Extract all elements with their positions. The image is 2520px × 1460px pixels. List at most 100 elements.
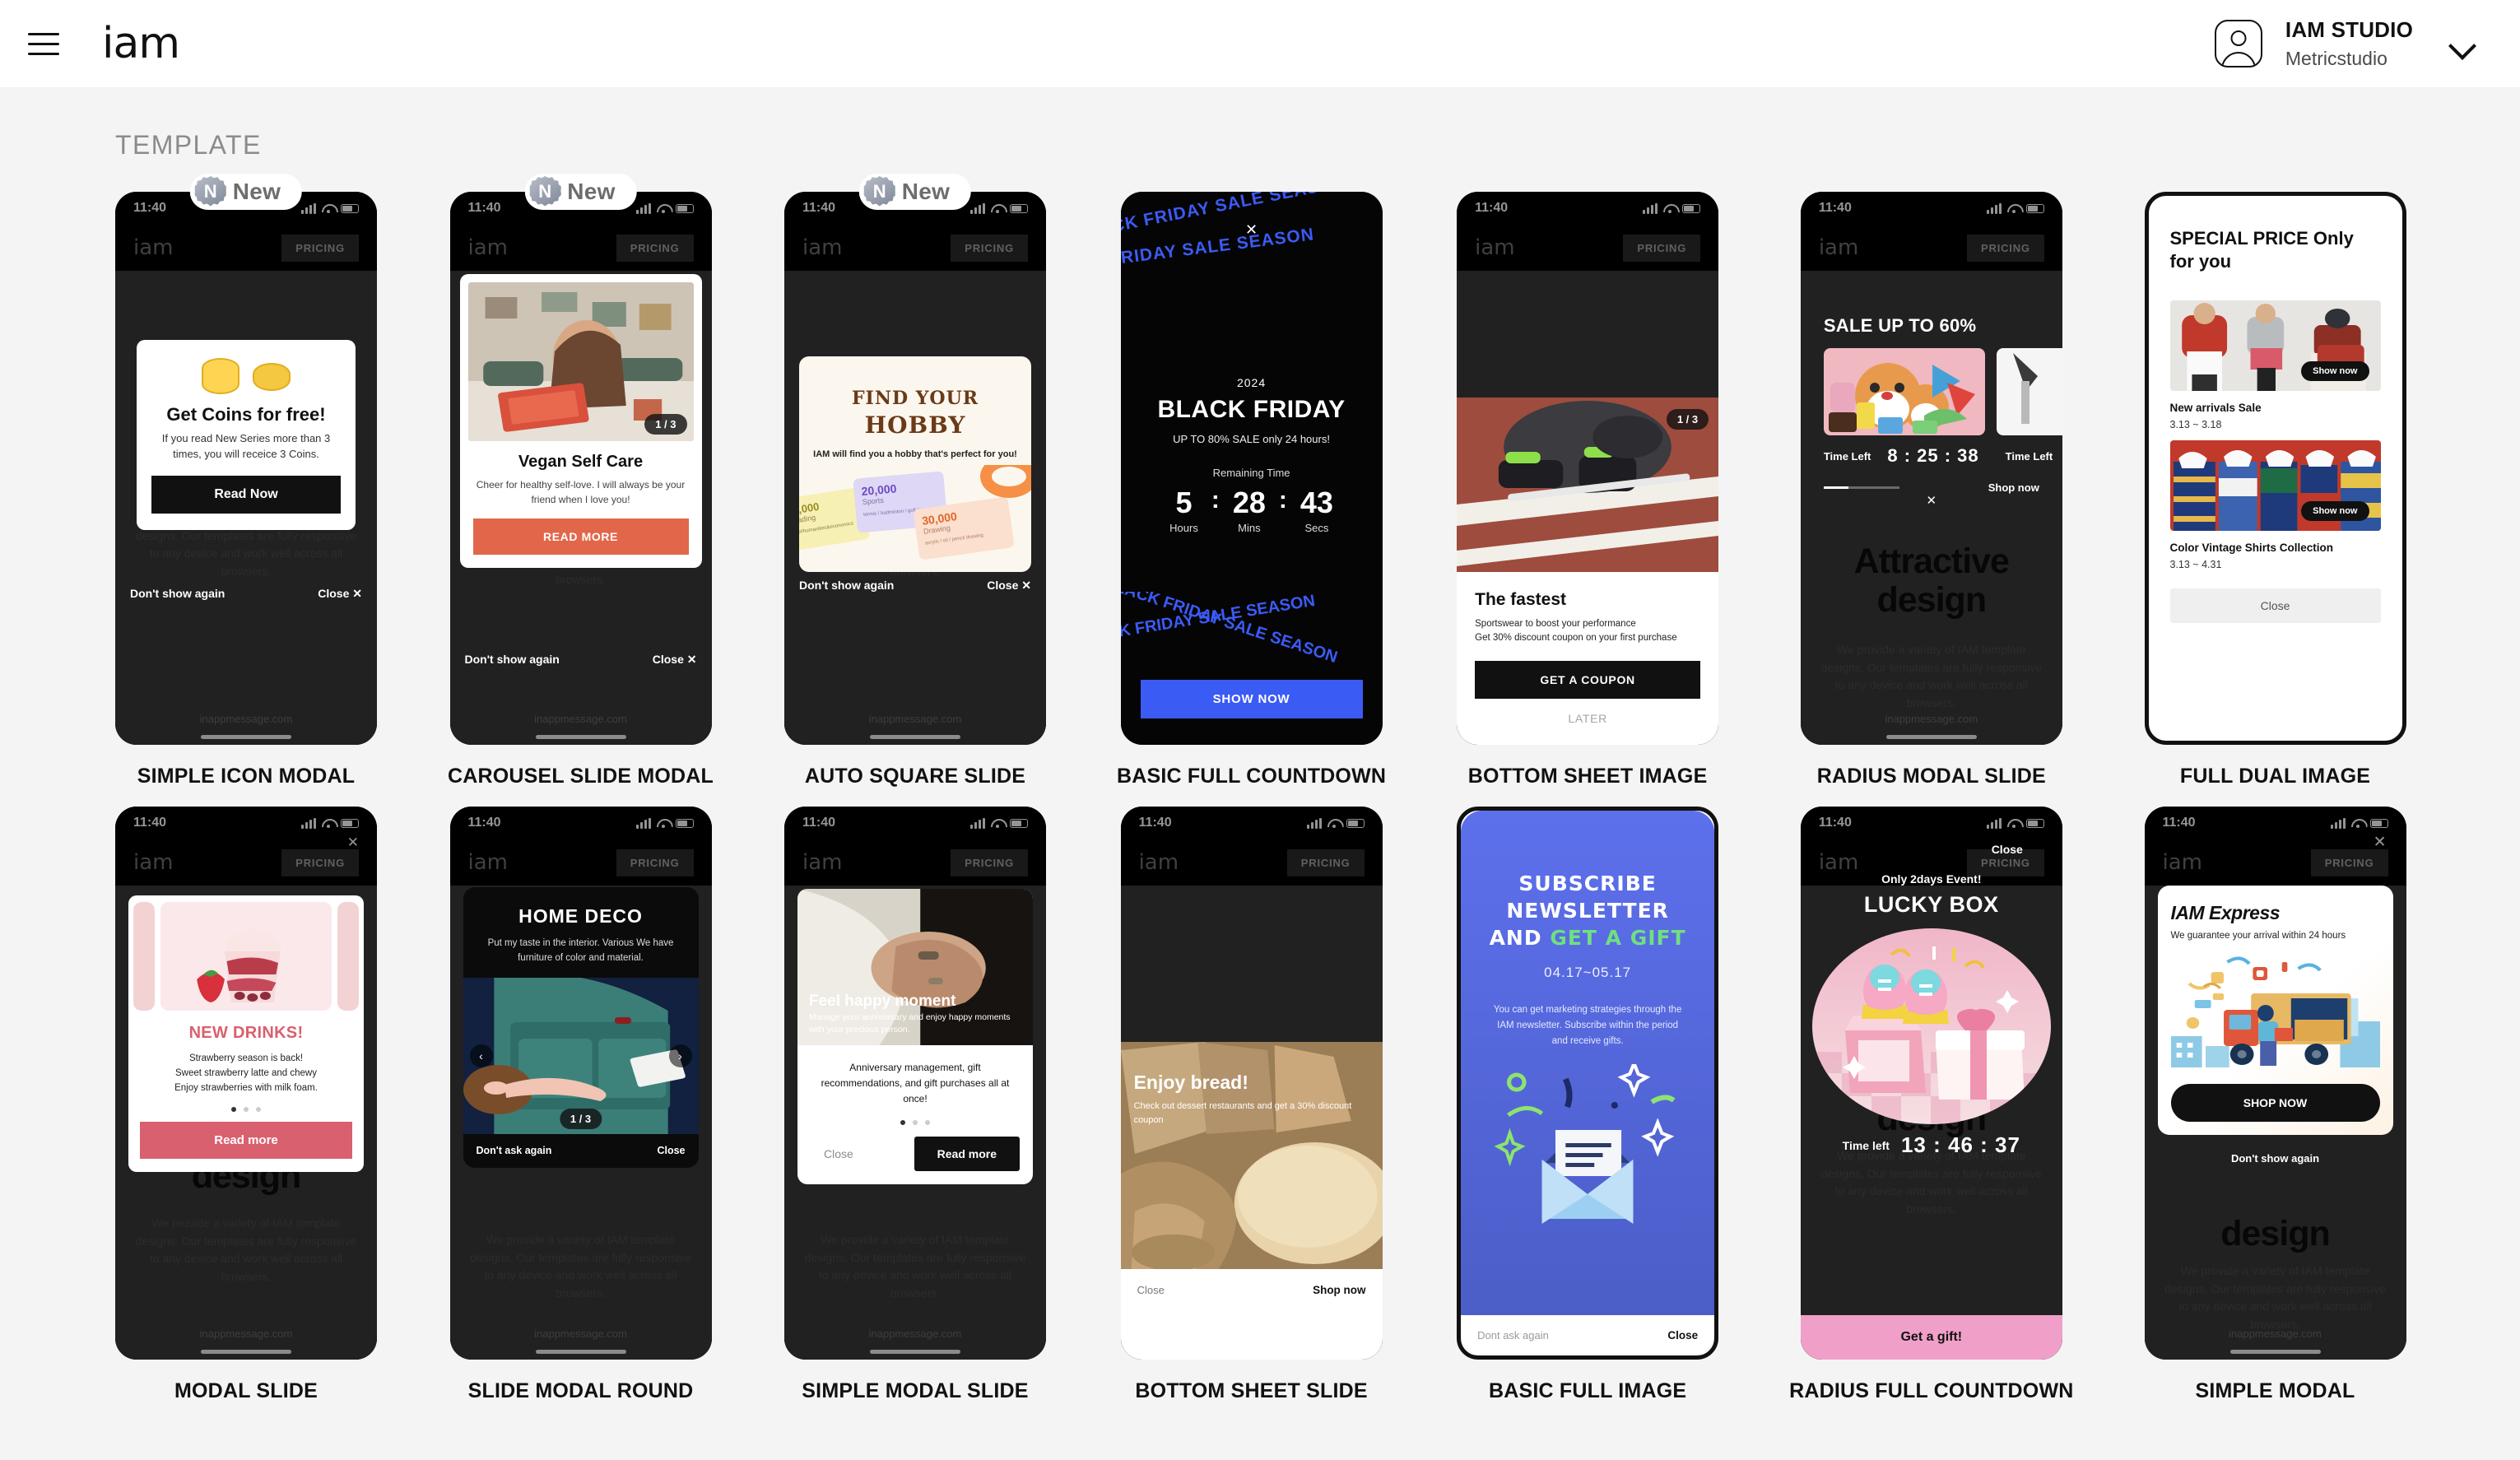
template-preview[interactable]: SUBSCRIBE NEWSLETTER AND GET A GIFT 04.1…	[1457, 807, 1719, 1360]
modal-cta-button[interactable]: Get a gift!	[1800, 1315, 2062, 1360]
template-card[interactable]: 11:40 iam PRICING We provide a variety o…	[784, 807, 1046, 1403]
later-button[interactable]: LATER	[1475, 712, 1700, 725]
dont-show-again-button[interactable]: Don't show again	[2145, 1152, 2406, 1165]
chevron-left-icon[interactable]: ‹	[469, 1044, 493, 1067]
chevron-down-icon[interactable]	[2449, 30, 2477, 58]
template-card[interactable]: 11:40 iam PRICING	[1117, 807, 1386, 1403]
template-preview[interactable]: 11:40 ✕ iam PRICING design We provide a …	[2144, 807, 2406, 1360]
shop-now-button[interactable]: Shop now	[1313, 1284, 1366, 1296]
countdown-block: 2024 BLACK FRIDAY UP TO 80% SALE only 24…	[1121, 376, 1383, 534]
modal-body: You can get marketing strategies through…	[1493, 1005, 1682, 1046]
template-card[interactable]: 11:40 iam PRICING Attractivedesign	[115, 174, 377, 788]
template-card[interactable]: 11:40 ✕ iam PRICING design We provide a …	[2144, 807, 2406, 1403]
modal-cta-button[interactable]: READ MORE	[472, 518, 689, 555]
slide-dots[interactable]	[128, 1107, 364, 1113]
item-image[interactable]: Show now	[2169, 440, 2381, 531]
show-now-button[interactable]: Show now	[2301, 501, 2369, 521]
hamburger-icon[interactable]	[25, 25, 63, 63]
close-icon[interactable]: ✕	[1927, 493, 1937, 508]
modal-slide-round[interactable]: HOME DECO Put my taste in the interior. …	[463, 887, 699, 1168]
template-card[interactable]: 11:40 iam PRICING Attractivedesign	[1789, 192, 2073, 788]
modal-cta-button[interactable]: Read more	[914, 1136, 1020, 1171]
template-card[interactable]: SPECIAL PRICE Only for you Show now New …	[2144, 192, 2406, 788]
new-badge: N New	[524, 174, 637, 210]
carousel-image[interactable]: 1 / 3	[467, 282, 694, 441]
home-indicator	[1885, 735, 1977, 739]
template-card[interactable]: 11:40 iam PRICING We provide a variety o…	[448, 174, 714, 788]
close-button[interactable]: Close	[657, 1145, 685, 1156]
template-label: BASIC FULL IMAGE	[1489, 1379, 1687, 1402]
template-label: BOTTOM SHEET IMAGE	[1467, 765, 1708, 788]
template-preview[interactable]: 11:40 iam PRICING	[1457, 192, 1719, 745]
slide-image[interactable]	[160, 902, 332, 1011]
shop-now-button[interactable]: Shop now	[1988, 481, 2039, 494]
close-button[interactable]: Close	[1137, 1284, 1165, 1296]
close-button[interactable]: Close ✕	[987, 579, 1031, 593]
radius-modal-slide[interactable]: SALE UP TO 60% Time Left 8: 25: 38 Tim…	[1801, 315, 2062, 494]
close-button[interactable]: Close ✕	[318, 587, 362, 601]
template-preview[interactable]: 11:40 iam PRICING Attractivedesign	[115, 174, 377, 745]
modal-cta-button[interactable]: GET A COUPON	[1475, 660, 1701, 699]
modal-cta-button[interactable]: Read more	[140, 1122, 352, 1160]
item-image[interactable]: Show now	[2169, 300, 2381, 391]
template-card[interactable]: 11:40 iam PRICING Attractivedesign	[784, 174, 1046, 788]
close-icon[interactable]: ✕	[1121, 221, 1383, 239]
dont-show-again-button[interactable]: Don't show again	[130, 587, 225, 601]
modal-cta-button[interactable]: Read Now	[151, 475, 341, 514]
avatar	[2214, 19, 2262, 67]
dont-show-again-button[interactable]: Don't show again	[465, 653, 560, 667]
template-grid: 11:40 iam PRICING Attractivedesign	[115, 174, 2406, 1403]
modal-simple[interactable]: IAM Express We guarantee your arrival wi…	[2157, 886, 2393, 1135]
brand-logo[interactable]: iam	[102, 22, 180, 65]
modal-auto-square[interactable]: FIND YOUR HOBBY IAM will find you a hobb…	[799, 356, 1031, 572]
modal-eyebrow: Only 2days Event!	[1881, 872, 1982, 886]
dont-show-again-button[interactable]: Don't show again	[799, 579, 894, 593]
modal-simple-icon[interactable]: Get Coins for free! If you read New Seri…	[137, 340, 356, 530]
close-button[interactable]: Close	[1667, 1329, 1698, 1341]
slide-image-next[interactable]	[1996, 348, 2062, 435]
template-preview[interactable]: SPECIAL PRICE Only for you Show now New …	[2144, 192, 2406, 745]
countdown-secs-label: Secs	[1304, 522, 1329, 534]
chevron-right-icon[interactable]: ›	[668, 1044, 692, 1067]
close-button[interactable]: Close	[2169, 588, 2381, 623]
template-preview[interactable]: 11:40 iam PRICING	[1120, 807, 1383, 1360]
new-badge-label: New	[901, 179, 951, 204]
template-card[interactable]: 11:40 iam PRICING	[1457, 192, 1719, 788]
template-card[interactable]: 11:40 iam PRICING design We provide a va…	[1789, 807, 2073, 1403]
modal-cta-button[interactable]: SHOP NOW	[2170, 1084, 2380, 1122]
close-button[interactable]: Close	[811, 1147, 853, 1160]
template-card[interactable]: BLACK FRIDAY SALE SEASON BLACK FRIDAY SA…	[1117, 192, 1386, 788]
modal-cta-button[interactable]: SHOW NOW	[1140, 680, 1363, 718]
template-preview[interactable]: 11:40 iam PRICING Attractivedesign	[1800, 192, 2062, 745]
account-menu[interactable]: IAM STUDIO Metricstudio	[2214, 16, 2477, 72]
slide-image[interactable]: ‹ › 1 / 3	[463, 977, 699, 1134]
template-preview[interactable]: 11:40 iam PRICING design We provide a va…	[1800, 807, 2062, 1360]
template-preview[interactable]: 11:40 iam PRICING We provide a variety o…	[449, 807, 712, 1360]
dont-ask-again-button[interactable]: Don't ask again	[477, 1145, 552, 1156]
slide-dots[interactable]	[811, 1119, 1020, 1125]
template-label: SIMPLE ICON MODAL	[137, 765, 356, 788]
modal-body-line1: Sportswear to boost your performance	[1475, 619, 1636, 629]
template-preview[interactable]: 11:40 ✕ iam PRICING design We provide a …	[115, 807, 377, 1360]
close-button[interactable]: Close ✕	[653, 653, 697, 667]
modal-simple-slide[interactable]: Feel happy moment Manage your anniversar…	[797, 889, 1033, 1184]
bottom-sheet[interactable]: 1 / 3 The fastest Sportswear to boost yo…	[1457, 398, 1719, 745]
modal-carousel-slide[interactable]: 1 / 3 Vegan Self Care Cheer for healthy …	[459, 274, 702, 568]
dont-ask-again-button[interactable]: Dont ask again	[1477, 1329, 1549, 1341]
progress-bar[interactable]	[1823, 486, 1899, 489]
template-card[interactable]: 11:40 iam PRICING We provide a variety o…	[448, 807, 714, 1403]
show-now-button[interactable]: Show now	[2301, 361, 2369, 381]
template-card[interactable]: SUBSCRIBE NEWSLETTER AND GET A GIFT 04.1…	[1457, 807, 1719, 1403]
home-indicator	[535, 1350, 626, 1354]
modal-body: Anniversary management, gift recommendat…	[821, 1062, 1010, 1105]
slide-image[interactable]	[1823, 348, 1985, 435]
template-card[interactable]: 11:40 ✕ iam PRICING design We provide a …	[115, 807, 377, 1403]
delivery-illustration	[2170, 951, 2380, 1072]
template-preview[interactable]: 11:40 iam PRICING We provide a variety o…	[784, 807, 1046, 1360]
modal-slide[interactable]: NEW DRINKS! Strawberry season is back! S…	[128, 895, 364, 1173]
template-preview[interactable]: BLACK FRIDAY SALE SEASON BLACK FRIDAY SA…	[1120, 192, 1383, 745]
template-preview[interactable]: 11:40 iam PRICING Attractivedesign	[784, 174, 1046, 745]
bottom-sheet[interactable]: Enjoy bread! Check out dessert restauran…	[1120, 1042, 1383, 1360]
template-preview[interactable]: 11:40 iam PRICING We provide a variety o…	[449, 174, 712, 745]
close-button[interactable]: Close	[1992, 843, 2023, 856]
